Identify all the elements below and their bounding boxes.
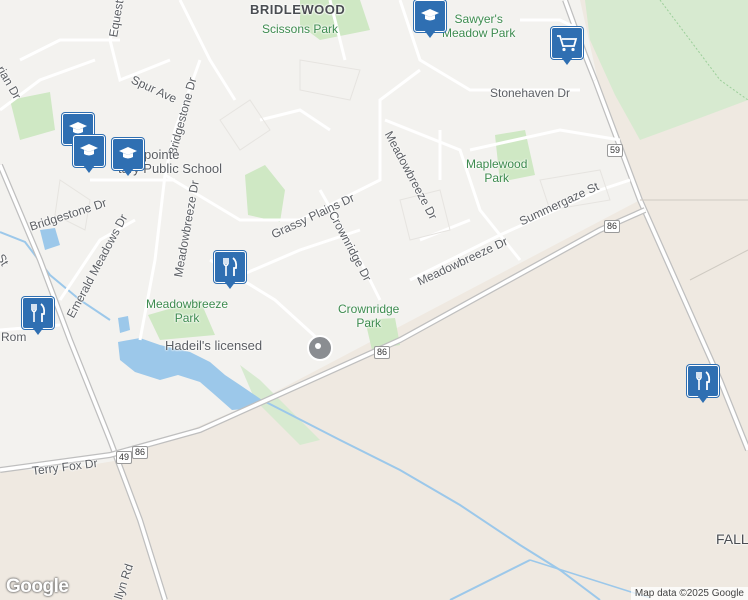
- street-label-stonehaven: Stonehaven Dr: [490, 86, 571, 100]
- park-label-meadowbreeze: Meadowbreeze Park: [146, 297, 229, 325]
- shopping-cart-icon: [551, 27, 583, 59]
- fork-knife-icon: [687, 365, 719, 397]
- park-label-scissons: Scissons Park: [262, 22, 339, 36]
- poi-label-hadeil[interactable]: Hadeil's licensed: [165, 338, 262, 353]
- graduation-cap-icon: [112, 138, 144, 170]
- school-marker-2[interactable]: [73, 135, 105, 175]
- park-label-maplewood: Maplewood Park: [466, 157, 528, 185]
- graduation-cap-icon: [73, 135, 105, 167]
- fork-knife-icon: [214, 251, 246, 283]
- school-marker-4[interactable]: [414, 0, 446, 40]
- place-label-fall: FALL: [716, 531, 748, 547]
- shopping-marker[interactable]: [551, 27, 583, 67]
- route-shield-59: 59: [607, 144, 624, 157]
- map-canvas[interactable]: BRIDLEWOOD FALL Equesti rian Dr Spur Ave…: [0, 0, 748, 600]
- restaurant-marker-1[interactable]: [214, 251, 246, 291]
- restaurant-marker-2[interactable]: [22, 297, 54, 337]
- fork-knife-icon: [22, 297, 54, 329]
- route-shield-49: 49: [116, 451, 133, 464]
- route-shield-86-mid: 86: [374, 346, 391, 359]
- route-shield-86-east: 86: [604, 220, 621, 233]
- restaurant-marker-3[interactable]: [687, 365, 719, 405]
- location-pin-icon[interactable]: [307, 335, 333, 361]
- school-marker-3[interactable]: [112, 138, 144, 178]
- map-base-layer: [0, 0, 748, 600]
- graduation-cap-icon: [414, 0, 446, 32]
- park-label-sawyers: Sawyer's Meadow Park: [442, 12, 516, 40]
- map-attribution[interactable]: Map data ©2025 Google: [630, 587, 748, 600]
- google-logo: Google: [6, 576, 69, 597]
- place-label-bridlewood: BRIDLEWOOD: [250, 2, 346, 17]
- park-label-crownridge: Crownridge Park: [338, 302, 400, 330]
- route-shield-86-west: 86: [132, 446, 149, 459]
